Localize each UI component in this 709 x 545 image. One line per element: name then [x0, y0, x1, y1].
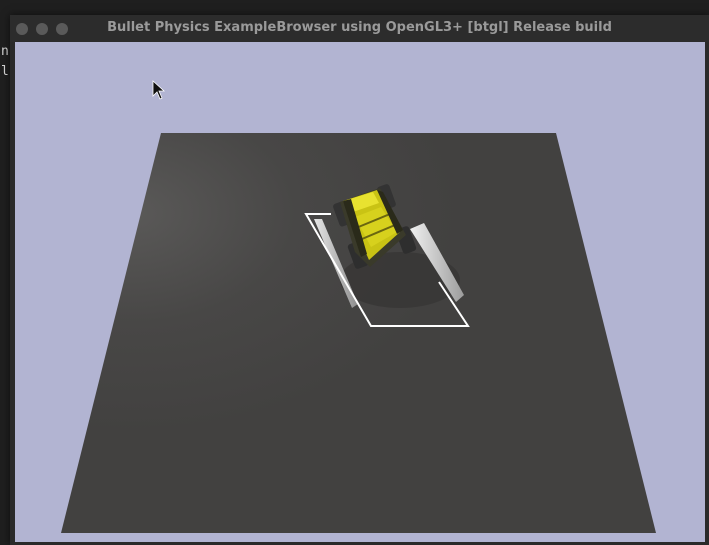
terminal-line-1: n	[1, 44, 9, 59]
terminal-output: n l	[1, 42, 9, 82]
terminal-line-2: l	[1, 64, 9, 79]
window-title: Bullet Physics ExampleBrowser using Open…	[107, 20, 612, 35]
example-browser-window[interactable]: Bullet Physics ExampleBrowser using Open…	[10, 15, 709, 545]
scene-canvas[interactable]	[15, 42, 705, 542]
ground-plane[interactable]	[61, 133, 656, 533]
mouse-cursor	[152, 80, 166, 100]
opengl-viewport[interactable]	[15, 42, 705, 542]
window-titlebar[interactable]: Bullet Physics ExampleBrowser using Open…	[10, 15, 709, 42]
